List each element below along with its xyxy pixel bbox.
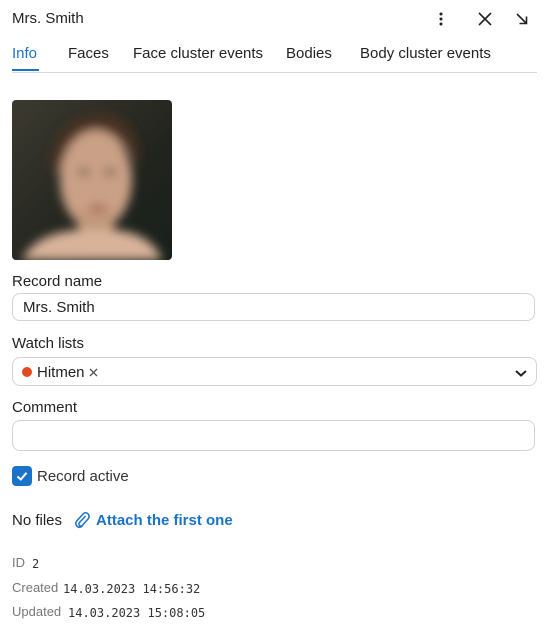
- record-name-label: Record name: [12, 273, 103, 290]
- active-tab-indicator: [12, 69, 39, 71]
- id-value: 2: [32, 557, 40, 571]
- created-value: 14.03.2023 14:56:32: [63, 582, 201, 596]
- tab-face-cluster-events[interactable]: Face cluster events: [133, 45, 263, 62]
- record-name-input[interactable]: [12, 293, 535, 321]
- tab-body-cluster-events[interactable]: Body cluster events: [360, 45, 491, 62]
- attach-link-label: Attach the first one: [96, 511, 233, 529]
- comment-label: Comment: [12, 399, 78, 416]
- tab-faces[interactable]: Faces: [68, 45, 109, 62]
- paperclip-icon: [75, 511, 90, 529]
- watch-lists-label: Watch lists: [12, 335, 84, 352]
- watch-list-color-dot: [22, 367, 32, 377]
- chip-remove-icon[interactable]: [89, 367, 99, 377]
- id-label: ID: [12, 555, 25, 570]
- record-photo: [12, 100, 172, 260]
- updated-label: Updated: [12, 604, 62, 619]
- expand-icon[interactable]: [511, 8, 533, 30]
- tab-info[interactable]: Info: [12, 45, 37, 62]
- check-icon: [16, 472, 28, 481]
- record-active-label: Record active: [37, 468, 129, 485]
- attach-file-link[interactable]: Attach the first one: [74, 511, 233, 529]
- watch-list-chip-label: Hitmen: [37, 363, 85, 381]
- watch-lists-select[interactable]: Hitmen: [12, 357, 537, 386]
- watch-list-chip: Hitmen: [22, 363, 99, 381]
- panel-header: Mrs. Smith: [0, 0, 549, 38]
- files-status: No files: [12, 512, 63, 529]
- updated-value: 14.03.2023 15:08:05: [68, 606, 206, 620]
- more-vert-icon[interactable]: [430, 8, 452, 30]
- created-label: Created: [12, 580, 59, 595]
- comment-input[interactable]: [12, 420, 535, 451]
- record-active-checkbox[interactable]: [12, 466, 32, 486]
- tab-bodies[interactable]: Bodies: [286, 45, 332, 62]
- close-icon[interactable]: [474, 8, 496, 30]
- panel-title: Mrs. Smith: [12, 10, 84, 27]
- tab-bar: Info Faces Face cluster events Bodies Bo…: [12, 38, 537, 73]
- chevron-down-icon: [515, 370, 527, 377]
